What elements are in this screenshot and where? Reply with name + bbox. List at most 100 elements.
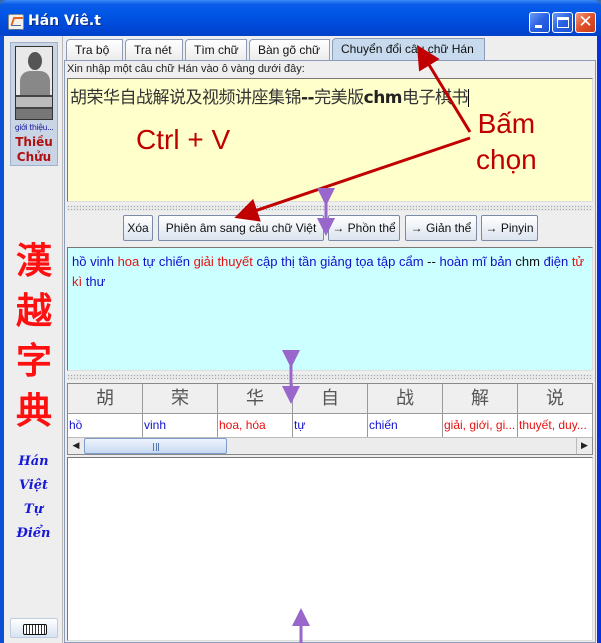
- tab-ban-go-chu[interactable]: Bàn gõ chữ: [249, 39, 330, 60]
- column-header[interactable]: 胡: [68, 384, 143, 414]
- result-word: giảng: [320, 254, 352, 269]
- app-window: Hán Viê.t ✕ giới thiệu... Thiều Chửu 漢 越…: [0, 0, 601, 643]
- window-title: Hán Viê.t: [28, 13, 101, 29]
- result-word: thư: [85, 274, 106, 289]
- annotation-bam: Bấm: [477, 108, 536, 139]
- sidebar: giới thiệu... Thiều Chửu 漢 越 字 典 Hán Việ…: [4, 36, 63, 643]
- title-bar[interactable]: Hán Viê.t ✕: [0, 0, 601, 36]
- column-header[interactable]: 自: [293, 384, 368, 414]
- input-prompt-label: Xin nhập một câu chữ Hán vào ô vàng dưới…: [67, 63, 305, 75]
- viet-logo-word: Tự: [23, 502, 44, 517]
- char-table: 胡 荣 华 自 战 解 说 hồ vinh hoa, hóa tự chiến …: [67, 383, 593, 455]
- char-grid: 胡 荣 华 自 战 解 说 hồ vinh hoa, hóa tự chiến …: [68, 384, 594, 438]
- result-word: tử: [571, 254, 585, 269]
- han-logo-char: 典: [15, 390, 52, 432]
- result-word: tự: [142, 254, 156, 269]
- result-word: tần: [298, 254, 317, 269]
- window-border-right: [597, 36, 601, 643]
- author-name-line2: Chửu: [16, 150, 52, 164]
- maximize-icon: [557, 17, 569, 28]
- result-word: hồ: [72, 254, 87, 269]
- horizontal-scrollbar[interactable]: ◀ ▶: [68, 437, 592, 454]
- char-table-header: 胡 荣 华 自 战 解 说: [68, 384, 594, 414]
- table-cell[interactable]: hồ: [68, 414, 143, 437]
- result-word: thị: [281, 254, 295, 269]
- annotation-bam-chon: Bấm chọn: [476, 106, 537, 178]
- han-logo: 漢 越 字 典: [10, 236, 58, 436]
- java-app-icon: [8, 14, 24, 30]
- han-logo-char: 字: [15, 340, 52, 382]
- table-cell[interactable]: giải, giới, gi...: [443, 414, 518, 437]
- minimize-button[interactable]: [529, 12, 550, 33]
- viet-logo-word: Điển: [16, 526, 51, 541]
- text-caret: [468, 89, 470, 107]
- han-logo-char: 漢: [15, 240, 52, 282]
- keyboard-button[interactable]: [10, 618, 58, 638]
- input-segment: --: [301, 88, 315, 108]
- viet-logo-word: Hán: [18, 454, 49, 469]
- column-header[interactable]: 荣: [143, 384, 218, 414]
- viet-logo: Hán Việt Tự Điển: [4, 450, 63, 546]
- scrollbar-thumb[interactable]: [84, 438, 227, 454]
- author-name: Thiều Chửu: [11, 135, 57, 165]
- result-word: bản: [490, 254, 512, 269]
- result-word: mĩ: [472, 254, 487, 269]
- splitter-handle-top[interactable]: [67, 205, 593, 211]
- transcribe-to-viet-button[interactable]: Phiên âm sang câu chữ Việt: [158, 215, 324, 241]
- table-cell[interactable]: thuyết, duy...: [518, 414, 593, 437]
- author-name-line1: Thiều: [15, 135, 53, 149]
- result-word: cập: [256, 254, 278, 269]
- han-logo-char: 越: [15, 290, 52, 332]
- splitter-handle-middle[interactable]: [67, 374, 593, 380]
- result-word: điện: [543, 254, 569, 269]
- result-word: tọa: [355, 254, 374, 269]
- input-segment: 电子棋书: [402, 88, 469, 108]
- scroll-left-icon[interactable]: ◀: [68, 438, 84, 454]
- result-word: vinh: [90, 254, 114, 269]
- author-portrait-image: [15, 46, 53, 120]
- table-cell[interactable]: vinh: [143, 414, 218, 437]
- result-word: giải: [193, 254, 214, 269]
- maximize-button[interactable]: [552, 12, 573, 33]
- tab-chuyen-doi-cau[interactable]: Chuyển đổi câu chữ Hán: [332, 38, 485, 61]
- result-word: --: [427, 254, 436, 269]
- result-text: hồ vinh hoa tự chiến giải thuyết cập thị…: [72, 254, 584, 289]
- column-header[interactable]: 华: [218, 384, 293, 414]
- close-button[interactable]: ✕: [575, 12, 596, 33]
- input-segment: chm: [363, 88, 403, 108]
- tab-tim-chu[interactable]: Tìm chữ: [185, 39, 247, 60]
- to-simplified-button[interactable]: → Giản thể: [405, 215, 477, 241]
- result-word: hoàn: [439, 254, 469, 269]
- column-header[interactable]: 解: [443, 384, 518, 414]
- result-word: hoa: [117, 254, 140, 269]
- minimize-icon: [535, 25, 542, 28]
- char-detail-area[interactable]: [67, 457, 593, 641]
- result-word: chm: [515, 254, 540, 269]
- result-word: chiến: [158, 254, 190, 269]
- tab-tra-bo[interactable]: Tra bộ: [66, 39, 123, 60]
- clear-button[interactable]: Xóa: [123, 215, 153, 241]
- to-pinyin-button[interactable]: → Pinyin: [481, 215, 538, 241]
- result-word: tập: [377, 254, 396, 269]
- table-cell[interactable]: hoa, hóa: [218, 414, 293, 437]
- column-header[interactable]: 说: [518, 384, 593, 414]
- tab-tra-net[interactable]: Tra nét: [125, 39, 183, 60]
- to-traditional-button[interactable]: → Phồn thể: [328, 215, 400, 241]
- column-header[interactable]: 战: [368, 384, 443, 414]
- viet-result-area[interactable]: hồ vinh hoa tự chiến giải thuyết cập thị…: [67, 247, 593, 371]
- annotation-ctrl-v: Ctrl + V: [136, 124, 231, 155]
- result-word: kì: [72, 274, 83, 289]
- han-input-text: 胡荣华自战解说及视频讲座集锦--完美版chm电子棋书: [70, 83, 470, 108]
- viet-logo-word: Việt: [18, 478, 49, 493]
- annotation-chon: chọn: [476, 144, 537, 175]
- result-word: thuyết: [217, 254, 253, 269]
- table-cell[interactable]: tự: [293, 414, 368, 437]
- input-segment: 胡荣华自战解说及视频讲座集锦: [70, 88, 302, 108]
- scroll-right-icon[interactable]: ▶: [576, 438, 592, 454]
- grip-icon: [153, 443, 159, 451]
- close-icon: ✕: [578, 12, 593, 32]
- action-buttons: Xóa Phiên âm sang câu chữ Việt → Phồn th…: [65, 215, 597, 243]
- table-cell[interactable]: chiến: [368, 414, 443, 437]
- author-intro-button[interactable]: giới thiệu... Thiều Chửu: [10, 42, 58, 166]
- input-segment: 完美版: [314, 88, 364, 108]
